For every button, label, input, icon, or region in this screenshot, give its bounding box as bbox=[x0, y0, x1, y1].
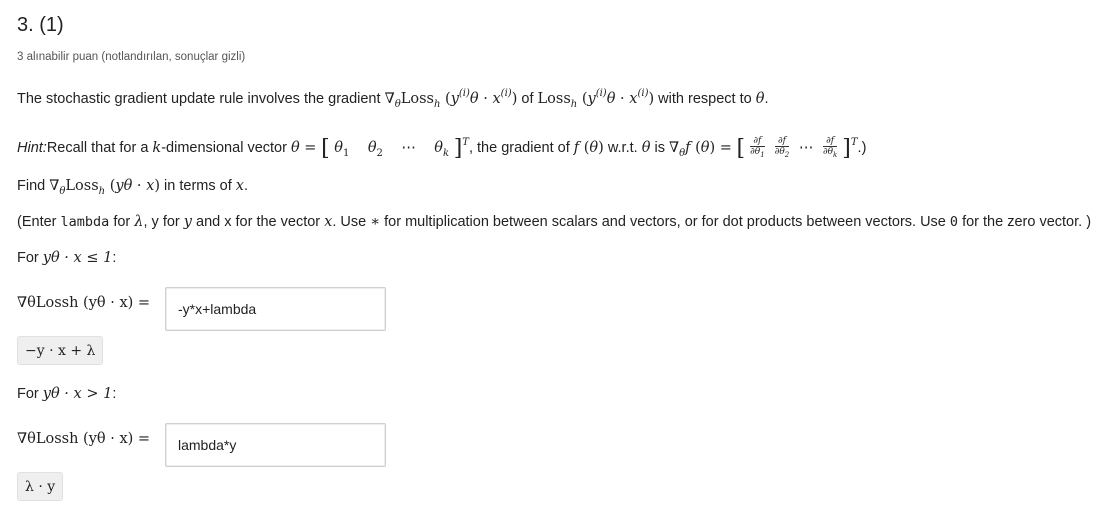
case1-condition-label: For yθ · x ≤ 1: bbox=[17, 250, 117, 266]
question-title: 3. (1) bbox=[17, 14, 64, 36]
hint-text: Hint:Recall that for a k-dimensional vec… bbox=[17, 136, 867, 161]
entry-instructions: (Enter lambda for λ, y for y and x for t… bbox=[17, 214, 1092, 230]
gradient-expression: ∇θLossh (y(i)θ · x(i)) bbox=[384, 88, 518, 110]
case2-lhs: ∇θLossh (yθ · x) = bbox=[17, 431, 151, 447]
case2-answer-preview: λ · y bbox=[17, 472, 64, 501]
f-of-theta: f (θ) bbox=[573, 140, 604, 156]
case2-condition: yθ · x > 1 bbox=[42, 386, 113, 402]
find-expression: ∇θLossh (yθ · x) bbox=[49, 178, 161, 197]
case1-answer-input[interactable]: -y*x+lambda bbox=[165, 287, 386, 331]
case2-answer-input[interactable]: lambda*y bbox=[165, 423, 386, 467]
intro-text: The stochastic gradient update rule invo… bbox=[17, 88, 769, 110]
theta-vector: θ = [ θ1 θ2 ⋯ θk ]T bbox=[290, 136, 469, 161]
gradient-vector: ∇θf (θ) = [∂f ∂θ1 ∂f ∂θ2 ⋯ ∂f ∂θk]T bbox=[668, 136, 858, 161]
find-text: Find ∇θLossh (yθ · x) in terms of x. bbox=[17, 178, 248, 197]
loss-expression: Lossh (y(i)θ · x(i)) bbox=[537, 88, 655, 110]
case1-answer-preview: −y · x + λ bbox=[17, 336, 104, 365]
question-points-info: 3 alınabilir puan (notlandırılan, sonuçl… bbox=[17, 51, 246, 63]
case1-condition: yθ · x ≤ 1 bbox=[42, 250, 113, 266]
case1-lhs: ∇θLossh (yθ · x) = bbox=[17, 295, 151, 311]
hint-label: Hint: bbox=[17, 140, 47, 156]
case2-condition-label: For yθ · x > 1: bbox=[17, 386, 117, 402]
